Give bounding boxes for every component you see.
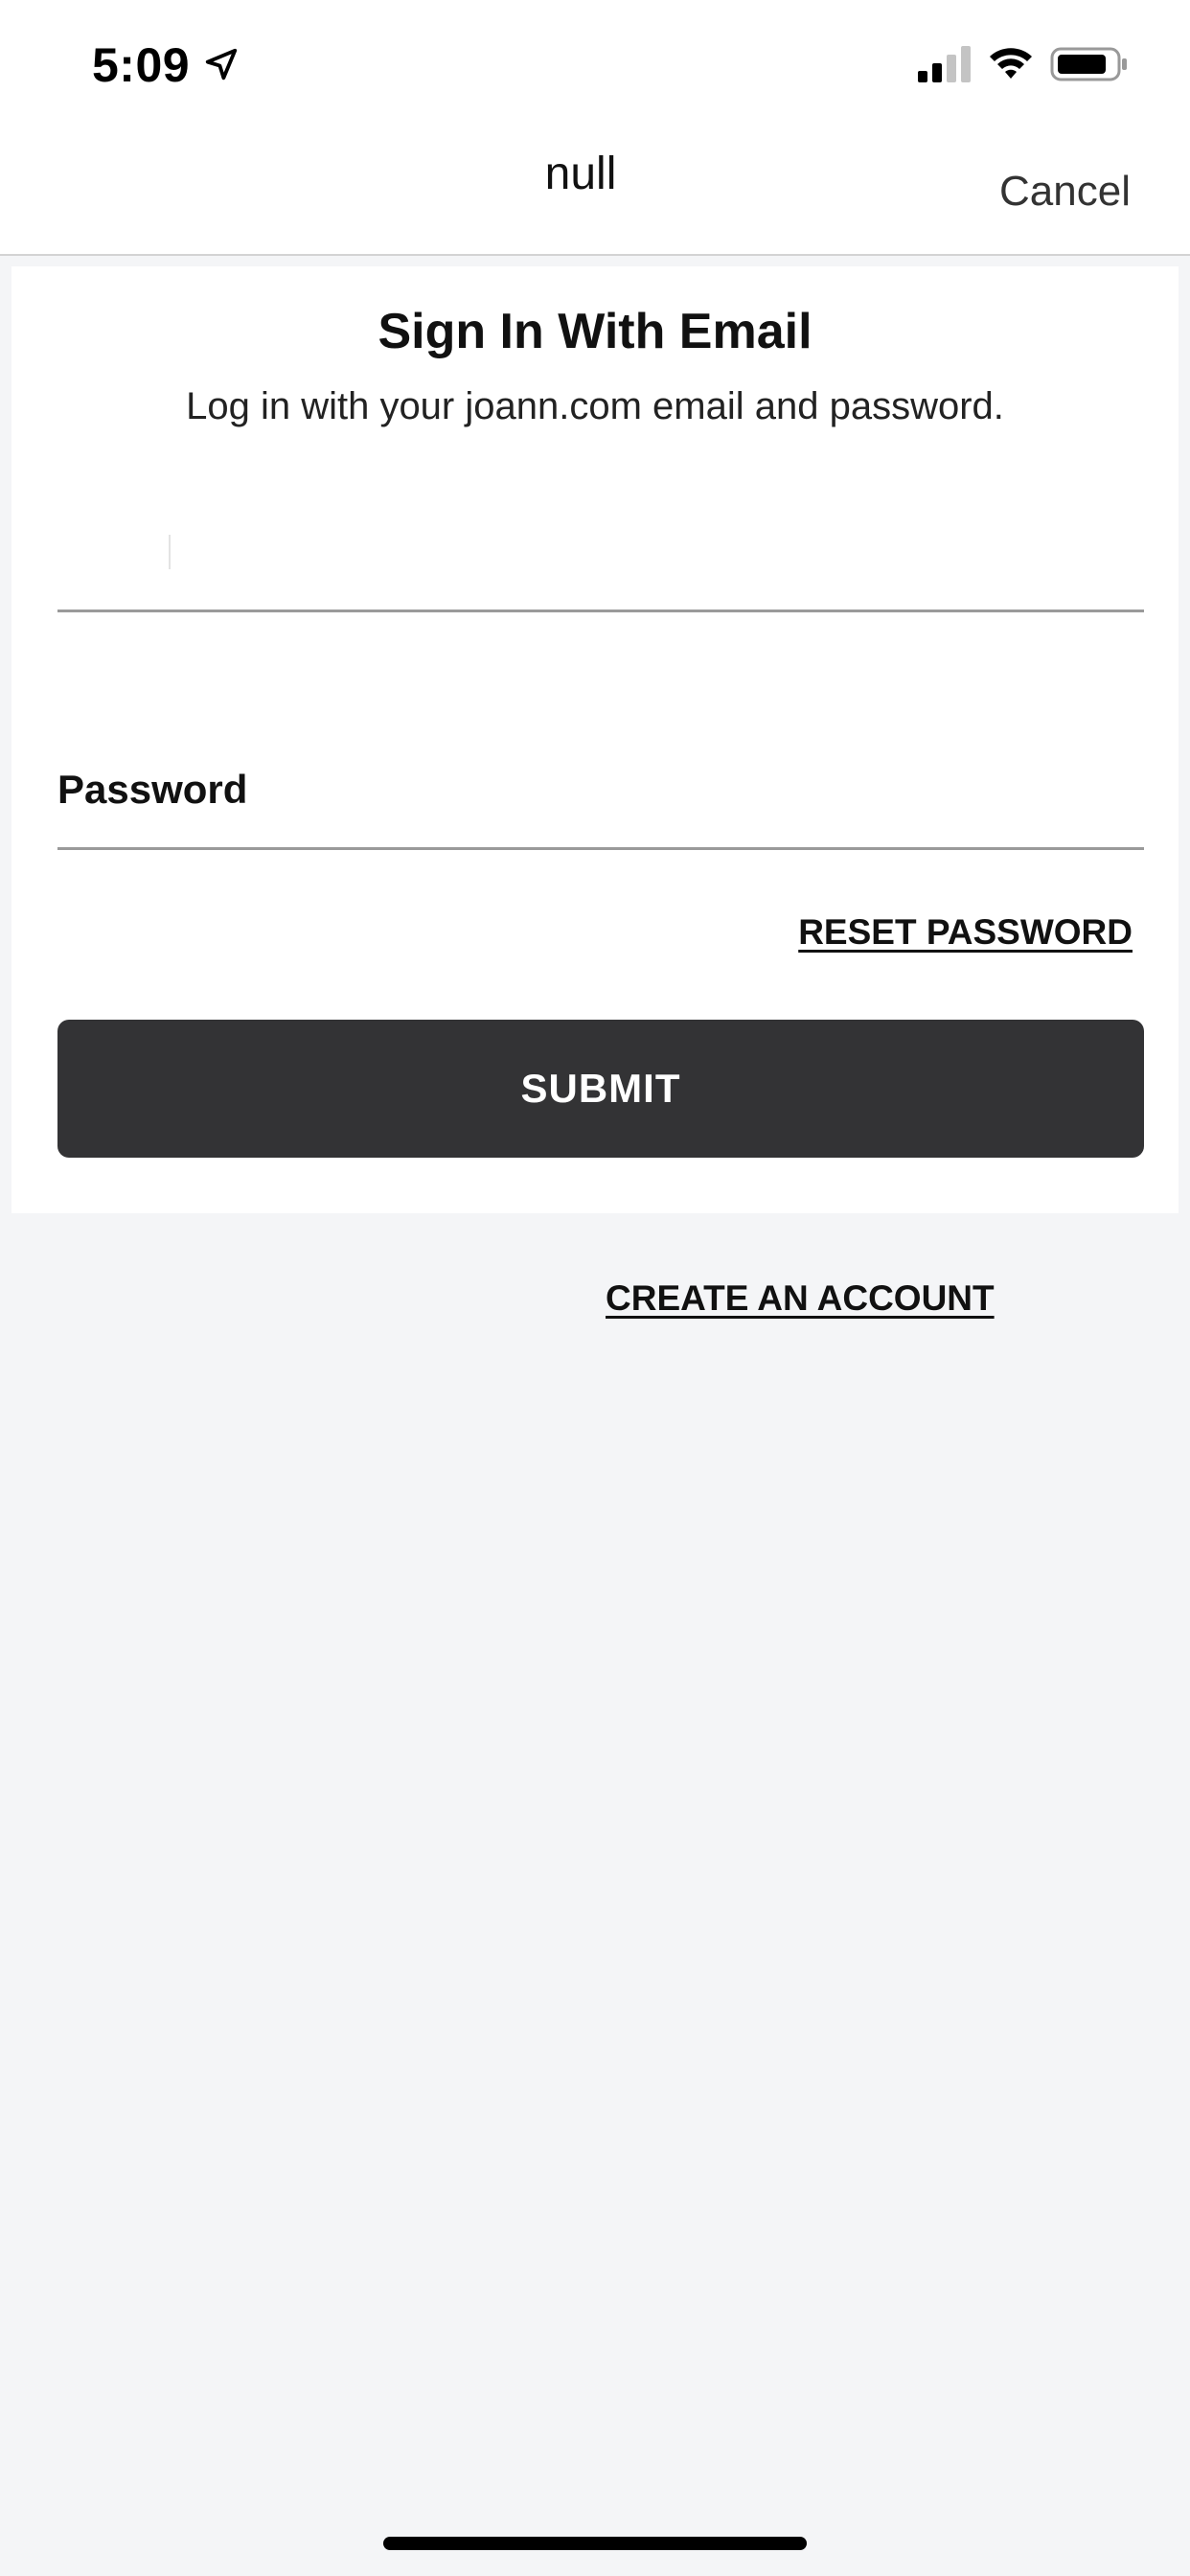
home-indicator[interactable] xyxy=(383,2537,807,2550)
cancel-button[interactable]: Cancel xyxy=(999,163,1131,220)
email-input[interactable] xyxy=(57,533,1144,590)
battery-icon xyxy=(1050,47,1127,81)
status-bar: 5:09 xyxy=(0,0,1190,125)
reset-password-link[interactable]: RESET PASSWORD xyxy=(798,908,1133,956)
location-arrow-icon xyxy=(205,48,238,80)
email-field[interactable] xyxy=(57,514,1144,612)
password-field[interactable]: Password xyxy=(57,746,1144,850)
wifi-icon xyxy=(990,48,1032,79)
status-time: 5:09 xyxy=(92,38,191,92)
create-account-link[interactable]: CREATE AN ACCOUNT xyxy=(606,1275,995,1322)
signin-subtitle: Log in with your joann.com email and pas… xyxy=(186,385,1004,427)
submit-button[interactable]: SUBMIT xyxy=(57,1020,1144,1158)
text-cursor xyxy=(169,535,171,569)
signin-title: Sign In With Email xyxy=(378,304,812,359)
navigation-bar: null Cancel xyxy=(0,125,1190,256)
password-label: Password xyxy=(57,767,248,812)
cellular-signal-icon xyxy=(918,46,971,82)
signin-card: Sign In With Email Log in with your joan… xyxy=(11,266,1179,1213)
